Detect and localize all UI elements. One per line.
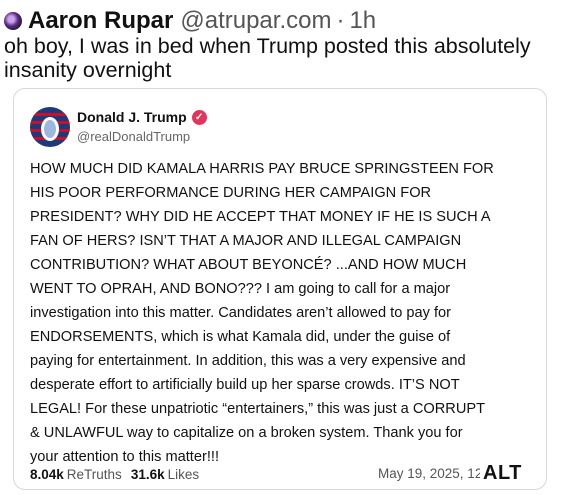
post-header: Aaron Rupar @atrupar.com · 1h bbox=[4, 6, 376, 36]
quoted-line: WENT TO OPRAH, AND BONO??? I am going to… bbox=[30, 281, 451, 297]
likes-count[interactable]: 31.6k bbox=[131, 467, 165, 482]
verified-badge-icon: ✓ bbox=[191, 109, 207, 125]
quoted-post-body: HOW MUCH DID KAMALA HARRIS PAY BRUCE SPR… bbox=[30, 157, 530, 469]
quoted-line: FAN OF HERS? ISN’T THAT A MAJOR AND ILLE… bbox=[30, 233, 462, 249]
quoted-post-footer: 8.04k ReTruths 31.6k Likes May 19, 2025,… bbox=[30, 466, 540, 482]
quoted-author-name[interactable]: Donald J. Trump bbox=[77, 109, 187, 125]
post-time[interactable]: 1h bbox=[349, 7, 376, 35]
author-name[interactable]: Aaron Rupar bbox=[28, 7, 173, 35]
quoted-line: paying for entertainment. In addition, t… bbox=[30, 353, 466, 369]
quoted-line: LEGAL! For these unpatriotic “entertaine… bbox=[30, 401, 486, 417]
retruths-count[interactable]: 8.04k bbox=[30, 467, 64, 482]
quoted-line: investigation into this matter. Candidat… bbox=[30, 305, 452, 321]
likes-label[interactable]: Likes bbox=[168, 467, 200, 482]
quoted-line: HOW MUCH DID KAMALA HARRIS PAY BRUCE SPR… bbox=[30, 161, 494, 177]
quoted-line: ENDORSEMENTS, which is what Kamala did, … bbox=[30, 329, 451, 345]
author-handle[interactable]: @atrupar.com bbox=[180, 7, 331, 35]
quoted-author-avatar[interactable] bbox=[30, 107, 70, 147]
quoted-line: HIS POOR PERFORMANCE DURING HER CAMPAIGN… bbox=[30, 185, 432, 201]
author-avatar[interactable] bbox=[4, 12, 22, 30]
quoted-line: & UNLAWFUL way to capitalize on a broken… bbox=[30, 425, 463, 441]
separator-dot: · bbox=[336, 7, 345, 34]
quoted-line: CONTRIBUTION? WHAT ABOUT BEYONCÉ? ...AND… bbox=[30, 257, 467, 273]
quoted-author-handle[interactable]: @realDonaldTrump bbox=[77, 129, 190, 144]
quoted-post-date: May 19, 2025, 12:3 bbox=[378, 466, 494, 481]
alt-text-badge[interactable]: ALT bbox=[480, 462, 525, 485]
quoted-line: PRESIDENT? WHY DID HE ACCEPT THAT MONEY … bbox=[30, 209, 491, 225]
post-text: oh boy, I was in bed when Trump posted t… bbox=[4, 34, 531, 82]
quoted-post-card[interactable]: Donald J. Trump ✓ @realDonaldTrump HOW M… bbox=[13, 88, 547, 490]
quoted-line: desperate effort to artificially build u… bbox=[30, 377, 460, 393]
retruths-label[interactable]: ReTruths bbox=[67, 467, 122, 482]
